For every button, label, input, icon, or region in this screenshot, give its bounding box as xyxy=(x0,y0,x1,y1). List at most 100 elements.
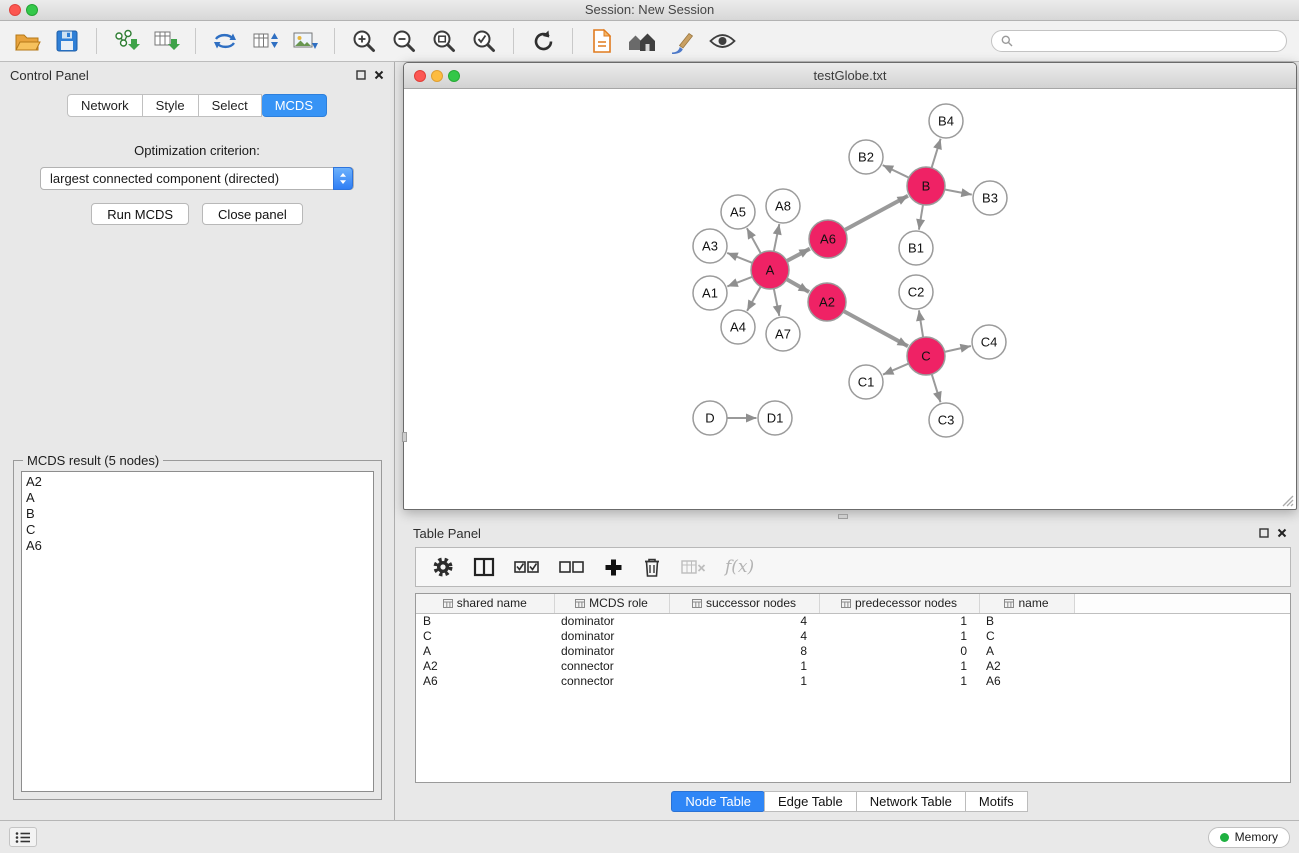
graph-edge-A-A4[interactable] xyxy=(747,287,761,311)
network-window: testGlobe.txt B4B2BB3A5A8A6B1A3AA1C2A2A4… xyxy=(403,62,1297,510)
column-header-name[interactable]: name xyxy=(979,594,1074,613)
network-canvas[interactable]: B4B2BB3A5A8A6B1A3AA1C2A2A4A7C4CC1C3DD1 xyxy=(404,89,1296,509)
save-session-button[interactable] xyxy=(52,25,82,57)
delete-row-button[interactable] xyxy=(642,556,662,578)
close-panel-icon[interactable] xyxy=(374,70,384,80)
graph-edge-A2-C[interactable] xyxy=(844,311,908,346)
tab-network-table[interactable]: Network Table xyxy=(856,791,966,812)
toolbar-separator xyxy=(96,28,97,54)
graph-node-label-B1: B1 xyxy=(908,241,924,256)
node-table[interactable]: shared nameMCDS rolesuccessor nodesprede… xyxy=(415,593,1291,783)
graph-edge-A-A3[interactable] xyxy=(727,253,752,263)
graph-edge-A-A2[interactable] xyxy=(787,279,810,292)
graph-edge-A-A7[interactable] xyxy=(774,289,780,316)
resize-grip-icon[interactable] xyxy=(1282,495,1294,507)
graph-edge-B-B2[interactable] xyxy=(883,165,909,178)
search-input[interactable] xyxy=(1018,34,1277,48)
table-cell: A xyxy=(979,643,1074,658)
float-table-panel-icon[interactable] xyxy=(1259,528,1269,538)
mcds-result-item[interactable]: A xyxy=(26,490,369,506)
network-minimize-button[interactable] xyxy=(431,70,443,82)
add-row-button[interactable] xyxy=(604,558,623,577)
graph-edge-C-C1[interactable] xyxy=(883,364,909,375)
graph-edge-A-A8[interactable] xyxy=(774,224,780,251)
run-mcds-button[interactable]: Run MCDS xyxy=(91,203,189,225)
tab-motifs[interactable]: Motifs xyxy=(965,791,1028,812)
show-panels-button[interactable] xyxy=(9,827,37,847)
show-columns-button[interactable] xyxy=(473,557,495,577)
graph-node-label-D: D xyxy=(705,411,714,426)
graph-edge-B-B3[interactable] xyxy=(945,190,972,195)
column-header-shared-name[interactable]: shared name xyxy=(416,594,554,613)
table-cell: dominator xyxy=(554,628,669,643)
export-table-button[interactable] xyxy=(250,25,280,57)
tab-mcds[interactable]: MCDS xyxy=(262,94,327,117)
close-window-button[interactable] xyxy=(9,4,21,16)
mcds-result-item[interactable]: C xyxy=(26,522,369,538)
refresh-button[interactable] xyxy=(528,25,558,57)
table-row[interactable]: A2connector11A2 xyxy=(416,658,1290,673)
zoom-window-button[interactable] xyxy=(26,4,38,16)
import-table-file-button[interactable] xyxy=(151,25,181,57)
table-settings-button[interactable] xyxy=(432,556,454,578)
graph-edge-B-B1[interactable] xyxy=(919,205,923,230)
import-network-file-button[interactable] xyxy=(111,25,141,57)
close-panel-button[interactable]: Close panel xyxy=(202,203,303,225)
session-document-button[interactable] xyxy=(587,25,617,57)
export-image-button[interactable] xyxy=(290,25,320,57)
tab-node-table[interactable]: Node Table xyxy=(671,791,765,812)
graph-edge-B-B4[interactable] xyxy=(932,139,941,168)
memory-button[interactable]: Memory xyxy=(1208,827,1290,848)
splitter-handle[interactable] xyxy=(402,432,407,442)
export-network-button[interactable] xyxy=(210,25,240,57)
mcds-result-item[interactable]: B xyxy=(26,506,369,522)
tab-select[interactable]: Select xyxy=(199,94,262,117)
close-table-panel-icon[interactable] xyxy=(1277,528,1287,538)
network-graph-svg[interactable]: B4B2BB3A5A8A6B1A3AA1C2A2A4A7C4CC1C3DD1 xyxy=(404,89,1296,509)
graph-edge-A6-B[interactable] xyxy=(845,196,908,230)
column-header-mcds-role[interactable]: MCDS role xyxy=(554,594,669,613)
zoom-fit-button[interactable] xyxy=(429,25,459,57)
graph-edge-A-A1[interactable] xyxy=(727,277,752,287)
show-hide-button[interactable] xyxy=(707,25,737,57)
column-header-successor-nodes[interactable]: successor nodes xyxy=(669,594,819,613)
mcds-result-list[interactable]: A2ABCA6 xyxy=(21,471,374,792)
table-cell: C xyxy=(979,628,1074,643)
float-panel-icon[interactable] xyxy=(356,70,366,80)
zoom-out-button[interactable] xyxy=(389,25,419,57)
table-row[interactable]: Cdominator41C xyxy=(416,628,1290,643)
graph-node-label-A3: A3 xyxy=(702,239,718,254)
function-builder-button[interactable]: f(x) xyxy=(725,557,754,577)
graph-edge-C-C4[interactable] xyxy=(945,346,971,352)
delete-column-button[interactable] xyxy=(681,559,706,575)
table-cell-filler xyxy=(1074,613,1290,628)
tab-style[interactable]: Style xyxy=(143,94,199,117)
mcds-result-item[interactable]: A2 xyxy=(26,474,369,490)
zoom-in-button[interactable] xyxy=(349,25,379,57)
zoom-selected-button[interactable] xyxy=(469,25,499,57)
mcds-result-item[interactable]: A6 xyxy=(26,538,369,554)
tab-edge-table[interactable]: Edge Table xyxy=(764,791,857,812)
graph-edge-C-C3[interactable] xyxy=(932,374,941,402)
tab-network[interactable]: Network xyxy=(67,94,143,117)
unselect-all-button[interactable] xyxy=(559,560,585,574)
home-button[interactable] xyxy=(627,25,657,57)
graph-edge-C-C2[interactable] xyxy=(919,310,923,337)
search-box[interactable] xyxy=(991,30,1287,52)
table-cell: 1 xyxy=(669,658,819,673)
table-row[interactable]: A6connector11A6 xyxy=(416,673,1290,688)
network-close-button[interactable] xyxy=(414,70,426,82)
open-session-button[interactable] xyxy=(12,25,42,57)
graph-edge-A-A6[interactable] xyxy=(787,249,810,261)
graph-edge-A-A5[interactable] xyxy=(747,228,761,253)
table-cell: 1 xyxy=(669,673,819,688)
style-brush-button[interactable] xyxy=(667,25,697,57)
network-zoom-button[interactable] xyxy=(448,70,460,82)
optimization-criterion-select[interactable]: largest connected component (directed) xyxy=(40,167,354,190)
splitter-handle[interactable] xyxy=(838,514,848,519)
select-all-button[interactable] xyxy=(514,560,540,574)
table-row[interactable]: Adominator80A xyxy=(416,643,1290,658)
table-row[interactable]: Bdominator41B xyxy=(416,613,1290,628)
column-header-predecessor-nodes[interactable]: predecessor nodes xyxy=(819,594,979,613)
network-window-titlebar[interactable]: testGlobe.txt xyxy=(404,63,1296,89)
